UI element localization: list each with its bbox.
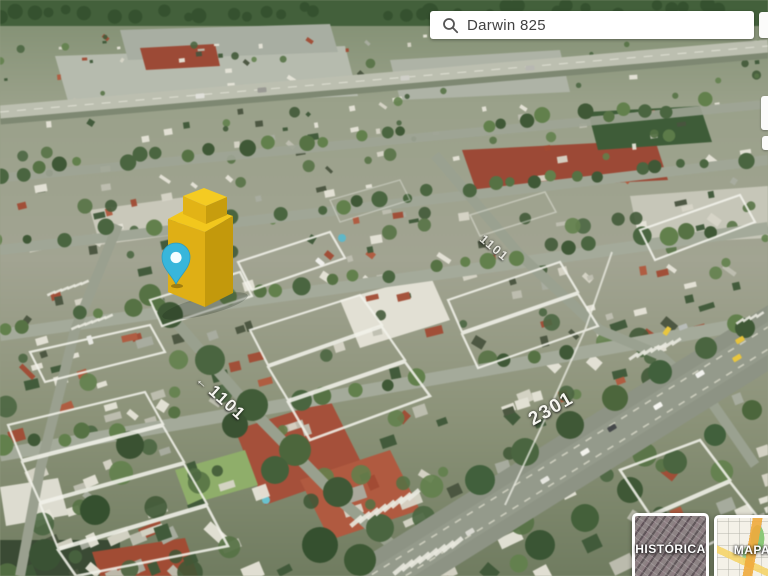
edge-control-mid[interactable] [761,96,768,130]
layer-thumbnail-historica-label: HISTÓRICA [635,542,706,556]
layer-thumbnail-historica[interactable]: HISTÓRICA [632,513,709,576]
search-icon [442,17,459,34]
layer-thumbnail-mapa-label: MAPA [734,543,768,557]
search-bar[interactable] [430,11,754,39]
edge-control-top[interactable] [759,12,768,38]
map-canvas[interactable]: ←1101 2301 1101 HISTÓRICA MAPA [0,0,768,576]
search-input[interactable] [467,17,754,34]
aerial-imagery [0,0,768,576]
layer-thumbnail-mapa[interactable]: MAPA [714,515,768,576]
edge-control-low[interactable] [762,136,768,150]
